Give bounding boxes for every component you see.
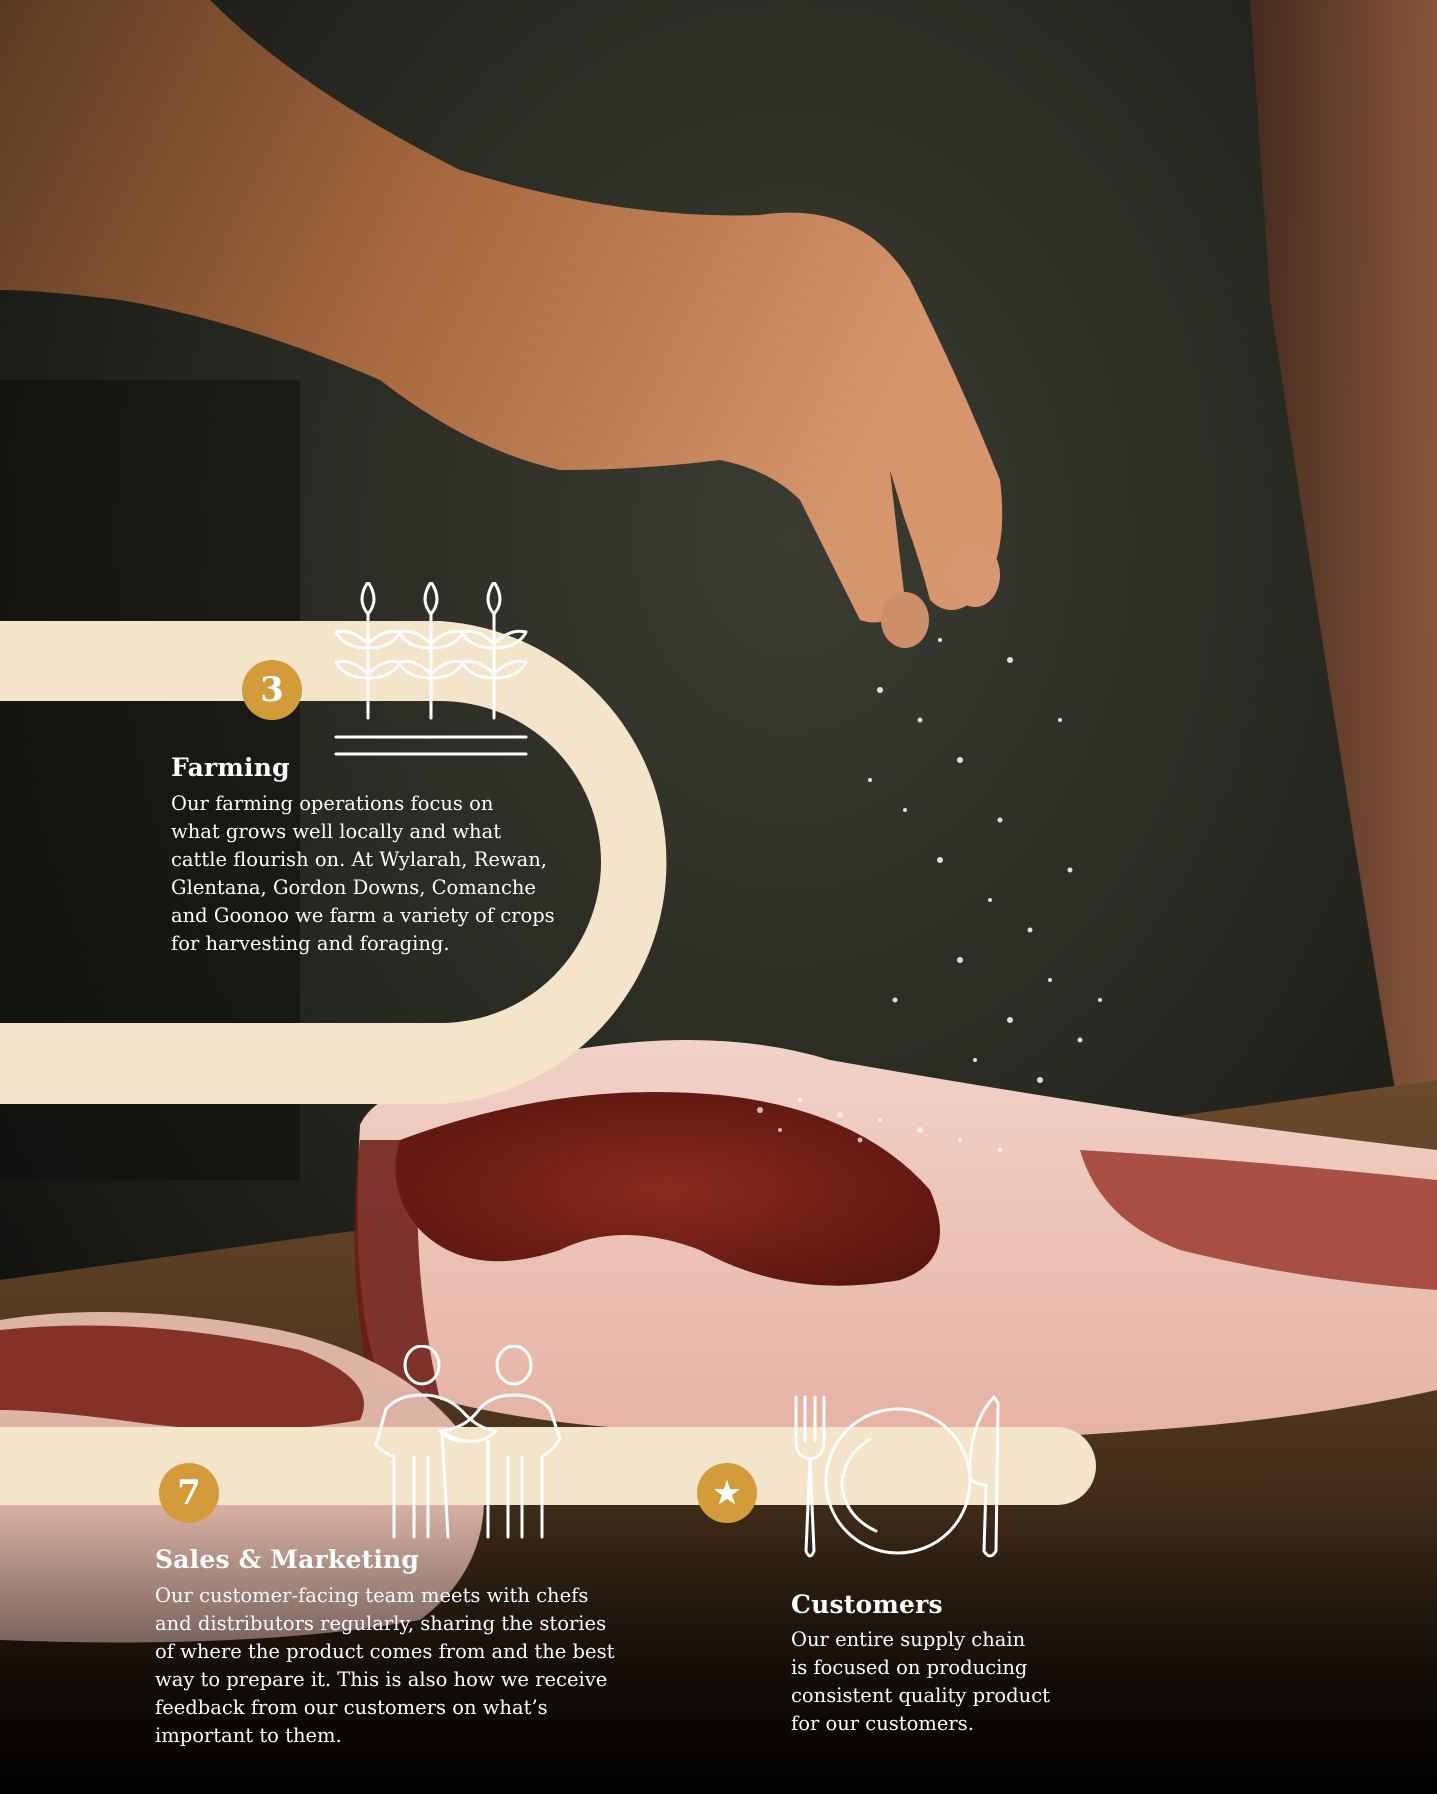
customers-body: Our entire supply chain is focused on pr… xyxy=(791,1628,1050,1735)
customers-title: Customers xyxy=(791,1590,943,1619)
step-badge-farming: 3 xyxy=(242,660,302,720)
sales-marketing-title: Sales & Marketing xyxy=(155,1545,420,1574)
sales-marketing-body: Our customer-facing team meets with chef… xyxy=(155,1584,615,1747)
handshake-icon xyxy=(374,1345,562,1539)
step-badge-customers: ★ xyxy=(697,1463,757,1523)
page: 3 7 ★ Farming Our farming operations foc… xyxy=(0,0,1437,1794)
farming-body: Our farming operations focus on what gro… xyxy=(171,792,555,955)
dining-icon xyxy=(794,1395,1000,1558)
farming-title: Farming xyxy=(171,753,290,782)
wheat-icon xyxy=(334,582,528,756)
step-badge-sales-marketing: 7 xyxy=(159,1463,219,1523)
